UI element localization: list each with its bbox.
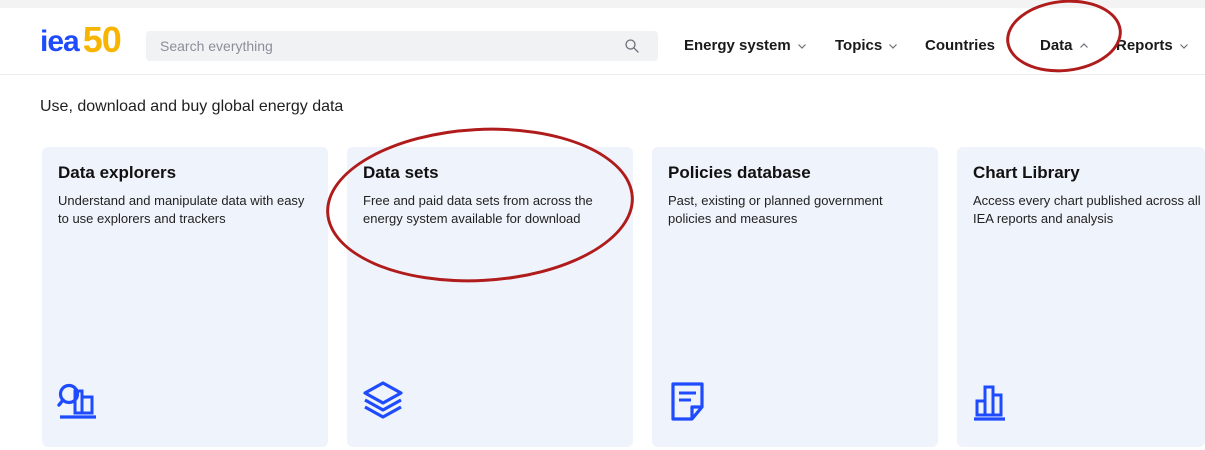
chevron-down-icon: [889, 43, 898, 49]
card-title: Data explorers: [58, 163, 177, 182]
nav-reports[interactable]: Reports: [1116, 37, 1189, 54]
logo-text: iea: [40, 25, 80, 58]
card-data-sets[interactable]: Data sets Free and paid data sets from a…: [347, 147, 633, 447]
nav-energy-system[interactable]: Energy system: [684, 37, 807, 54]
top-strip: [0, 0, 1205, 8]
search-input[interactable]: [160, 31, 610, 61]
search-icon[interactable]: [624, 38, 640, 54]
card-description: Past, existing or planned government pol…: [668, 193, 883, 226]
nav-label: Countries: [925, 37, 996, 54]
nav-topics[interactable]: Topics: [835, 37, 898, 54]
data-explorer-icon: [57, 383, 96, 419]
card-description: Free and paid data sets from across the …: [363, 193, 593, 226]
nav-label: Reports: [1116, 37, 1173, 54]
nav-label: Energy system: [684, 37, 791, 54]
chevron-up-icon: [1079, 42, 1088, 48]
layers-icon: [363, 381, 403, 419]
chevron-down-icon: [797, 43, 806, 49]
card-policies-database[interactable]: Policies database Past, existing or plan…: [652, 147, 938, 447]
nav-label: Topics: [835, 37, 883, 54]
card-data-explorers[interactable]: Data explorers Understand and manipulate…: [42, 147, 328, 447]
nav-countries[interactable]: Countries: [925, 37, 995, 54]
card-title: Policies database: [668, 163, 811, 182]
intro-text: Use, download and buy global energy data: [40, 98, 344, 115]
site-header: iea 50 Energy system Topics Countries Da…: [0, 8, 1205, 75]
search-box: [146, 31, 658, 61]
chevron-down-icon: [1179, 43, 1188, 49]
card-title: Chart Library: [973, 163, 1080, 182]
iea-logo[interactable]: iea 50: [40, 22, 122, 58]
card-title: Data sets: [363, 163, 439, 182]
card-description: Access every chart published across all …: [973, 193, 1201, 226]
document-icon: [671, 382, 704, 421]
card-chart-library[interactable]: Chart Library Access every chart publish…: [957, 147, 1205, 447]
card-description: Understand and manipulate data with easy…: [58, 193, 305, 226]
nav-label: Data: [1040, 37, 1073, 54]
nav-data[interactable]: Data: [1040, 37, 1089, 54]
logo-number: 50: [82, 19, 122, 60]
bar-chart-icon: [974, 385, 1005, 421]
